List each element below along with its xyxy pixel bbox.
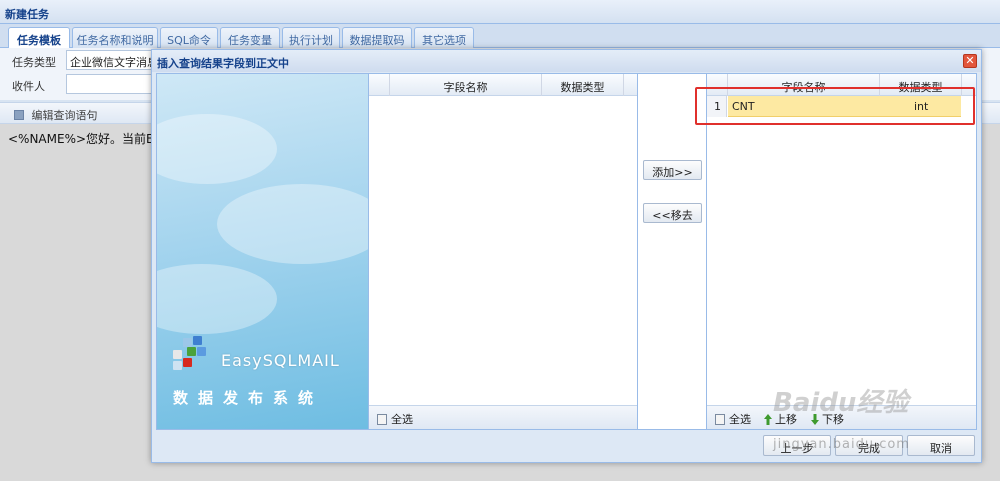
available-fields-grid: 字段名称 数据类型 全选: [368, 74, 638, 429]
dialog-body: EasySQLMAIL 数据发布系统 字段名称 数据类型 全选 添加>> <<移…: [156, 73, 977, 430]
window-title: 新建任务: [0, 0, 1000, 24]
recipient-label: 收件人: [12, 80, 45, 93]
add-button[interactable]: 添加>>: [643, 160, 702, 180]
edit-query-button[interactable]: 编辑查询语句: [32, 109, 98, 122]
tab-task-template[interactable]: 任务模板: [8, 27, 70, 49]
brand-name: EasySQLMAIL: [221, 351, 340, 370]
watermark: Baidu经验 jingyan.baidu.com: [770, 382, 985, 458]
tab-task-variables[interactable]: 任务变量: [220, 27, 280, 48]
available-fields-footer: 全选: [369, 405, 637, 429]
recipient-input[interactable]: [66, 74, 152, 94]
tab-extract-code[interactable]: 数据提取码: [342, 27, 412, 48]
task-type-label: 任务类型: [12, 56, 56, 69]
available-fields-header: 字段名称 数据类型: [369, 74, 637, 96]
tab-task-name[interactable]: 任务名称和说明: [72, 27, 158, 48]
edit-query-icon: [14, 110, 24, 120]
select-all-left-button[interactable]: 全选: [377, 411, 413, 427]
select-all-icon: [715, 414, 725, 425]
col-field-name[interactable]: 字段名称: [389, 74, 541, 96]
remove-button[interactable]: <<移去: [643, 203, 702, 223]
col-data-type[interactable]: 数据类型: [541, 74, 623, 96]
tab-other-options[interactable]: 其它选项: [414, 27, 474, 48]
transfer-buttons: 添加>> <<移去: [638, 74, 706, 429]
task-type-select[interactable]: 企业微信文字消息: [66, 50, 152, 70]
brand-panel: EasySQLMAIL 数据发布系统: [157, 74, 368, 429]
watermark-logo: Baidu经验: [773, 388, 909, 418]
annotation-highlight-box: [695, 87, 975, 125]
select-all-icon: [377, 414, 387, 425]
watermark-url: jingyan.baidu.com: [773, 437, 910, 452]
dialog-title: 插入查询结果字段到正文中: [152, 50, 981, 72]
close-icon[interactable]: ✕: [963, 54, 977, 68]
brand-subtitle: 数据发布系统: [173, 389, 324, 407]
selected-fields-grid: 字段名称 数据类型 1 CNT int 全选 上移 下移: [706, 74, 977, 429]
select-all-right-button[interactable]: 全选: [715, 411, 751, 427]
tab-schedule[interactable]: 执行计划: [282, 27, 340, 48]
tab-strip: 任务模板 任务名称和说明 SQL命令 任务变量 执行计划 数据提取码 其它选项: [0, 24, 1000, 49]
tab-sql-command[interactable]: SQL命令: [160, 27, 218, 48]
